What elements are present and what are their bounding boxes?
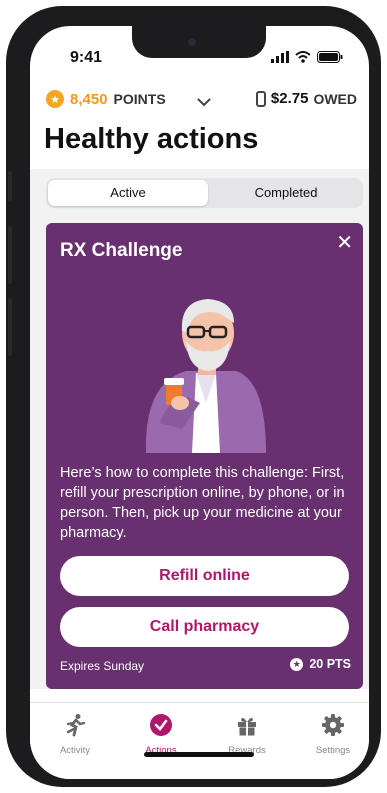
tab-settings[interactable]: Settings bbox=[298, 713, 368, 756]
points-label: POINTS bbox=[113, 91, 166, 107]
bottom-tab-bar: Activity Actions Rewards Settings bbox=[30, 702, 369, 779]
tab-actions[interactable]: Actions bbox=[126, 713, 196, 756]
close-icon[interactable]: ✕ bbox=[336, 233, 353, 253]
refill-online-button[interactable]: Refill online bbox=[60, 556, 349, 596]
status-icons bbox=[271, 51, 343, 63]
gift-icon bbox=[238, 717, 256, 736]
page-title: Healthy actions bbox=[44, 123, 259, 155]
tab-settings-label: Settings bbox=[315, 745, 351, 756]
tab-rewards[interactable]: Rewards bbox=[212, 713, 282, 756]
app-screen: 9:41 ★ 8,450 POINTS $2.75 OWED Healthy a… bbox=[30, 26, 369, 779]
phone-side-button bbox=[8, 226, 12, 284]
segmented-control: Active Completed bbox=[46, 178, 363, 208]
tab-activity[interactable]: Activity bbox=[40, 713, 110, 756]
challenge-card: RX Challenge ✕ Here’s how to complete th… bbox=[46, 223, 363, 689]
pharmacist-illustration bbox=[145, 299, 266, 453]
reward-points: ★ 20 PTS bbox=[290, 657, 351, 671]
call-pharmacy-button[interactable]: Call pharmacy bbox=[60, 607, 349, 647]
tab-active[interactable]: Active bbox=[48, 180, 208, 206]
check-circle-icon bbox=[150, 714, 172, 736]
points-display[interactable]: ★ 8,450 POINTS bbox=[46, 90, 166, 108]
card-title: RX Challenge bbox=[60, 240, 183, 261]
star-icon: ★ bbox=[290, 657, 304, 671]
owed-display[interactable]: $2.75 OWED bbox=[255, 90, 357, 107]
header-bar: ★ 8,450 POINTS $2.75 OWED bbox=[46, 90, 357, 114]
phone-side-button bbox=[8, 171, 12, 201]
signal-icon bbox=[271, 51, 289, 63]
phone-frame: 9:41 ★ 8,450 POINTS $2.75 OWED Healthy a… bbox=[6, 6, 381, 787]
home-indicator bbox=[144, 752, 254, 757]
wifi-icon bbox=[295, 51, 311, 63]
phone-side-button bbox=[8, 298, 12, 356]
star-coin-icon: ★ bbox=[46, 90, 64, 108]
tab-activity-label: Activity bbox=[59, 745, 91, 756]
battery-icon bbox=[317, 51, 343, 63]
owed-amount: $2.75 bbox=[270, 90, 309, 107]
chevron-down-icon[interactable] bbox=[196, 97, 212, 107]
owed-label: OWED bbox=[313, 90, 357, 107]
reward-points-value: 20 PTS bbox=[309, 657, 351, 671]
points-value: 8,450 bbox=[70, 90, 108, 108]
device-icon bbox=[255, 90, 266, 107]
status-time: 9:41 bbox=[70, 49, 103, 66]
tab-completed[interactable]: Completed bbox=[210, 180, 362, 206]
camera bbox=[188, 38, 196, 46]
expiry-text: Expires Sunday bbox=[60, 659, 145, 673]
gear-icon bbox=[322, 714, 344, 736]
notch bbox=[132, 26, 266, 58]
runner-icon bbox=[66, 714, 86, 737]
card-description: Here’s how to complete this challenge: F… bbox=[60, 465, 345, 541]
